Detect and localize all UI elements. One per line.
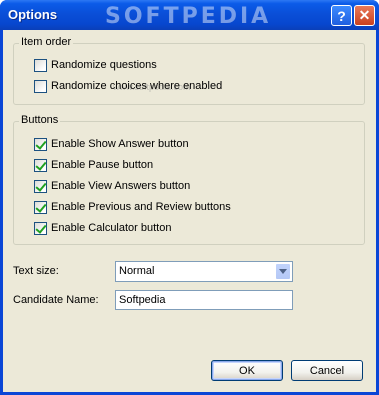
calculator-checkbox[interactable]	[34, 221, 47, 235]
candidate-name-label: Candidate Name:	[13, 294, 99, 306]
ok-button[interactable]: OK	[211, 360, 283, 381]
pause-checkbox[interactable]	[34, 158, 47, 172]
randomize-questions-option[interactable]: Randomize questions	[34, 57, 157, 73]
item-order-group: Item order Randomize questions Randomize…	[13, 36, 365, 105]
text-size-value: Normal	[119, 265, 155, 277]
previous-review-checkbox[interactable]	[34, 200, 47, 214]
randomize-choices-label: Randomize choices where enabled	[51, 80, 223, 92]
ok-button-label: OK	[239, 364, 255, 377]
randomize-questions-label: Randomize questions	[51, 59, 157, 71]
randomize-choices-checkbox[interactable]	[34, 79, 47, 93]
previous-review-option[interactable]: Enable Previous and Review buttons	[34, 199, 231, 215]
close-icon: ✕	[358, 7, 371, 23]
close-button[interactable]: ✕	[354, 5, 375, 26]
item-order-legend: Item order	[19, 36, 74, 48]
calculator-option[interactable]: Enable Calculator button	[34, 220, 171, 236]
candidate-name-input[interactable]: Softpedia	[115, 290, 293, 310]
text-size-select[interactable]: Normal	[115, 261, 293, 282]
view-answers-option[interactable]: Enable View Answers button	[34, 178, 190, 194]
text-size-label: Text size:	[13, 265, 59, 277]
candidate-name-value: Softpedia	[119, 294, 166, 306]
show-answer-option[interactable]: Enable Show Answer button	[34, 136, 189, 152]
dropdown-arrow-icon[interactable]	[275, 263, 291, 280]
view-answers-checkbox[interactable]	[34, 179, 47, 193]
show-answer-checkbox[interactable]	[34, 137, 47, 151]
view-answers-label: Enable View Answers button	[51, 180, 191, 192]
window-title: Options	[8, 7, 58, 22]
randomize-questions-checkbox[interactable]	[34, 58, 47, 72]
show-answer-label: Enable Show Answer button	[51, 138, 189, 150]
dialog-client-area: www.softpedia.com Item order Randomize q…	[3, 30, 376, 392]
previous-review-label: Enable Previous and Review buttons	[51, 201, 231, 213]
pause-label: Enable Pause button	[51, 159, 154, 171]
watermark: SOFTPEDIA	[105, 4, 272, 29]
title-bar[interactable]: Options SOFTPEDIA ? ✕	[0, 0, 379, 30]
randomize-choices-option[interactable]: Randomize choices where enabled	[34, 78, 222, 94]
help-icon: ?	[337, 7, 346, 24]
buttons-legend: Buttons	[19, 114, 61, 126]
options-dialog: Options SOFTPEDIA ? ✕ www.softpedia.com …	[0, 0, 379, 395]
help-button[interactable]: ?	[331, 5, 352, 26]
buttons-group: Buttons Enable Show Answer button Enable…	[13, 114, 365, 245]
cancel-button-label: Cancel	[309, 364, 345, 377]
calculator-label: Enable Calculator button	[51, 222, 172, 234]
cancel-button[interactable]: Cancel	[291, 360, 363, 381]
pause-option[interactable]: Enable Pause button	[34, 157, 153, 173]
